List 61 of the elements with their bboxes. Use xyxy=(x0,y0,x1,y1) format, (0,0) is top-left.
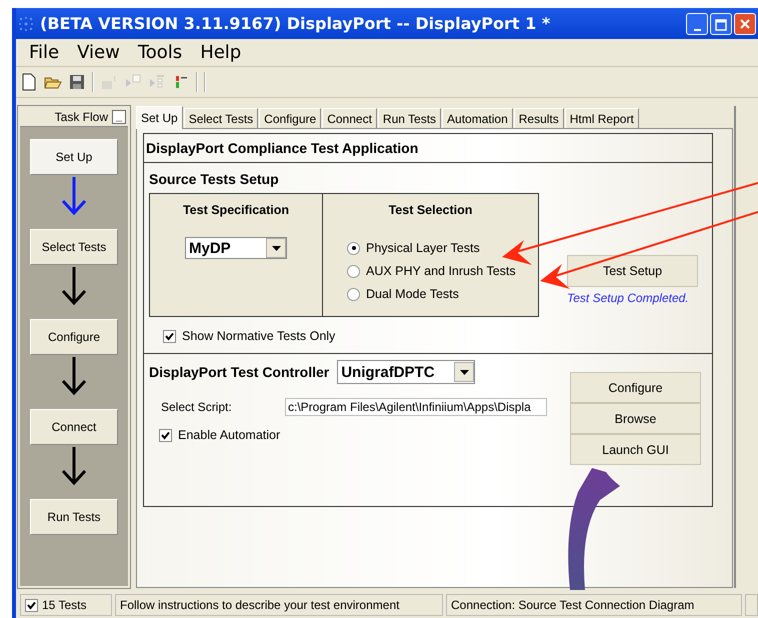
page-heading: DisplayPort Compliance Test Application xyxy=(144,134,712,163)
script-path-field[interactable]: c:\Program Files\Agilent\Infiniium\Apps\Displa xyxy=(285,398,547,416)
tab[interactable]: Select Tests xyxy=(184,108,258,128)
menu-item[interactable]: Tools xyxy=(128,42,192,63)
menu-item[interactable]: View xyxy=(68,42,129,63)
close-icon xyxy=(739,18,751,30)
down-arrow-icon xyxy=(59,445,89,487)
controller-button[interactable]: Launch GUI xyxy=(570,434,701,465)
controller-dropdown[interactable]: UnigrafDPTC xyxy=(337,360,476,384)
minimize-button[interactable] xyxy=(686,12,708,34)
window-title: (BETA VERSION 3.11.9167) DisplayPort -- DisplayPort 1 * xyxy=(40,14,550,33)
normative-checkbox[interactable]: Show Normative Tests Only xyxy=(149,329,707,343)
automation-checkbox[interactable]: Enable Automatior xyxy=(149,428,570,442)
connection-status: Connection: Source Test Connection Diagram xyxy=(446,594,742,616)
task-step-button[interactable]: Connect xyxy=(30,409,118,445)
minimize-icon xyxy=(694,28,700,30)
tab[interactable]: Run Tests xyxy=(378,108,442,128)
maximize-button[interactable] xyxy=(710,12,732,34)
check-icon xyxy=(27,600,36,610)
tab[interactable]: Html Report xyxy=(564,108,639,128)
test-setup-button[interactable]: Test Setup xyxy=(567,255,698,287)
task-step-button[interactable]: Select Tests xyxy=(30,229,118,265)
caret-icon xyxy=(272,246,280,250)
task-step-button[interactable]: Configure xyxy=(30,319,118,355)
task-step-button[interactable]: Run Tests xyxy=(30,499,118,535)
column-title: Test Specification xyxy=(182,203,290,217)
save-icon[interactable] xyxy=(68,73,86,91)
menu-item[interactable]: File xyxy=(20,42,68,63)
tab[interactable]: Connect xyxy=(322,108,377,128)
task-step-button[interactable]: Set Up xyxy=(30,139,118,175)
close-button[interactable] xyxy=(734,12,756,34)
tab[interactable]: Results xyxy=(514,108,564,128)
caret-icon xyxy=(460,370,469,374)
column-title: Test Selection xyxy=(388,203,472,217)
controller-button[interactable]: Browse xyxy=(570,403,701,434)
section-title: DisplayPort Test Controller xyxy=(149,364,330,380)
tab[interactable]: Set Up xyxy=(136,106,183,129)
specification-dropdown[interactable]: MyDP xyxy=(185,237,287,259)
tab[interactable]: Configure xyxy=(259,108,322,128)
section-title: Source Tests Setup xyxy=(149,171,280,187)
test-option-radio[interactable]: Physical Layer Tests xyxy=(347,241,480,255)
test-option-radio[interactable]: AUX PHY and Inrush Tests xyxy=(347,264,516,278)
check-icon xyxy=(165,332,174,340)
status-message: Follow instructions to describe your test environment xyxy=(115,594,443,616)
down-arrow-icon xyxy=(59,175,89,217)
status-bar-panel xyxy=(745,594,758,616)
test-option-radio[interactable]: Dual Mode Tests xyxy=(347,287,459,301)
check-icon xyxy=(161,430,170,440)
field-label: Select Script: xyxy=(161,400,233,414)
tab[interactable]: Automation xyxy=(442,108,513,128)
tests-checkbox[interactable]: 15 Tests xyxy=(20,594,112,616)
app-icon xyxy=(18,16,34,32)
minimize-button[interactable]: _ xyxy=(112,110,126,124)
down-arrow-icon xyxy=(59,265,89,307)
setup-status-text: Test Setup Completed. xyxy=(567,291,689,305)
controller-button[interactable]: Configure xyxy=(570,372,701,403)
new-file-icon[interactable] xyxy=(20,73,38,91)
down-arrow-icon xyxy=(59,355,89,397)
panel-title: Task Flow xyxy=(54,110,108,124)
menu-item[interactable]: Help xyxy=(191,42,250,63)
maximize-icon xyxy=(715,18,727,30)
